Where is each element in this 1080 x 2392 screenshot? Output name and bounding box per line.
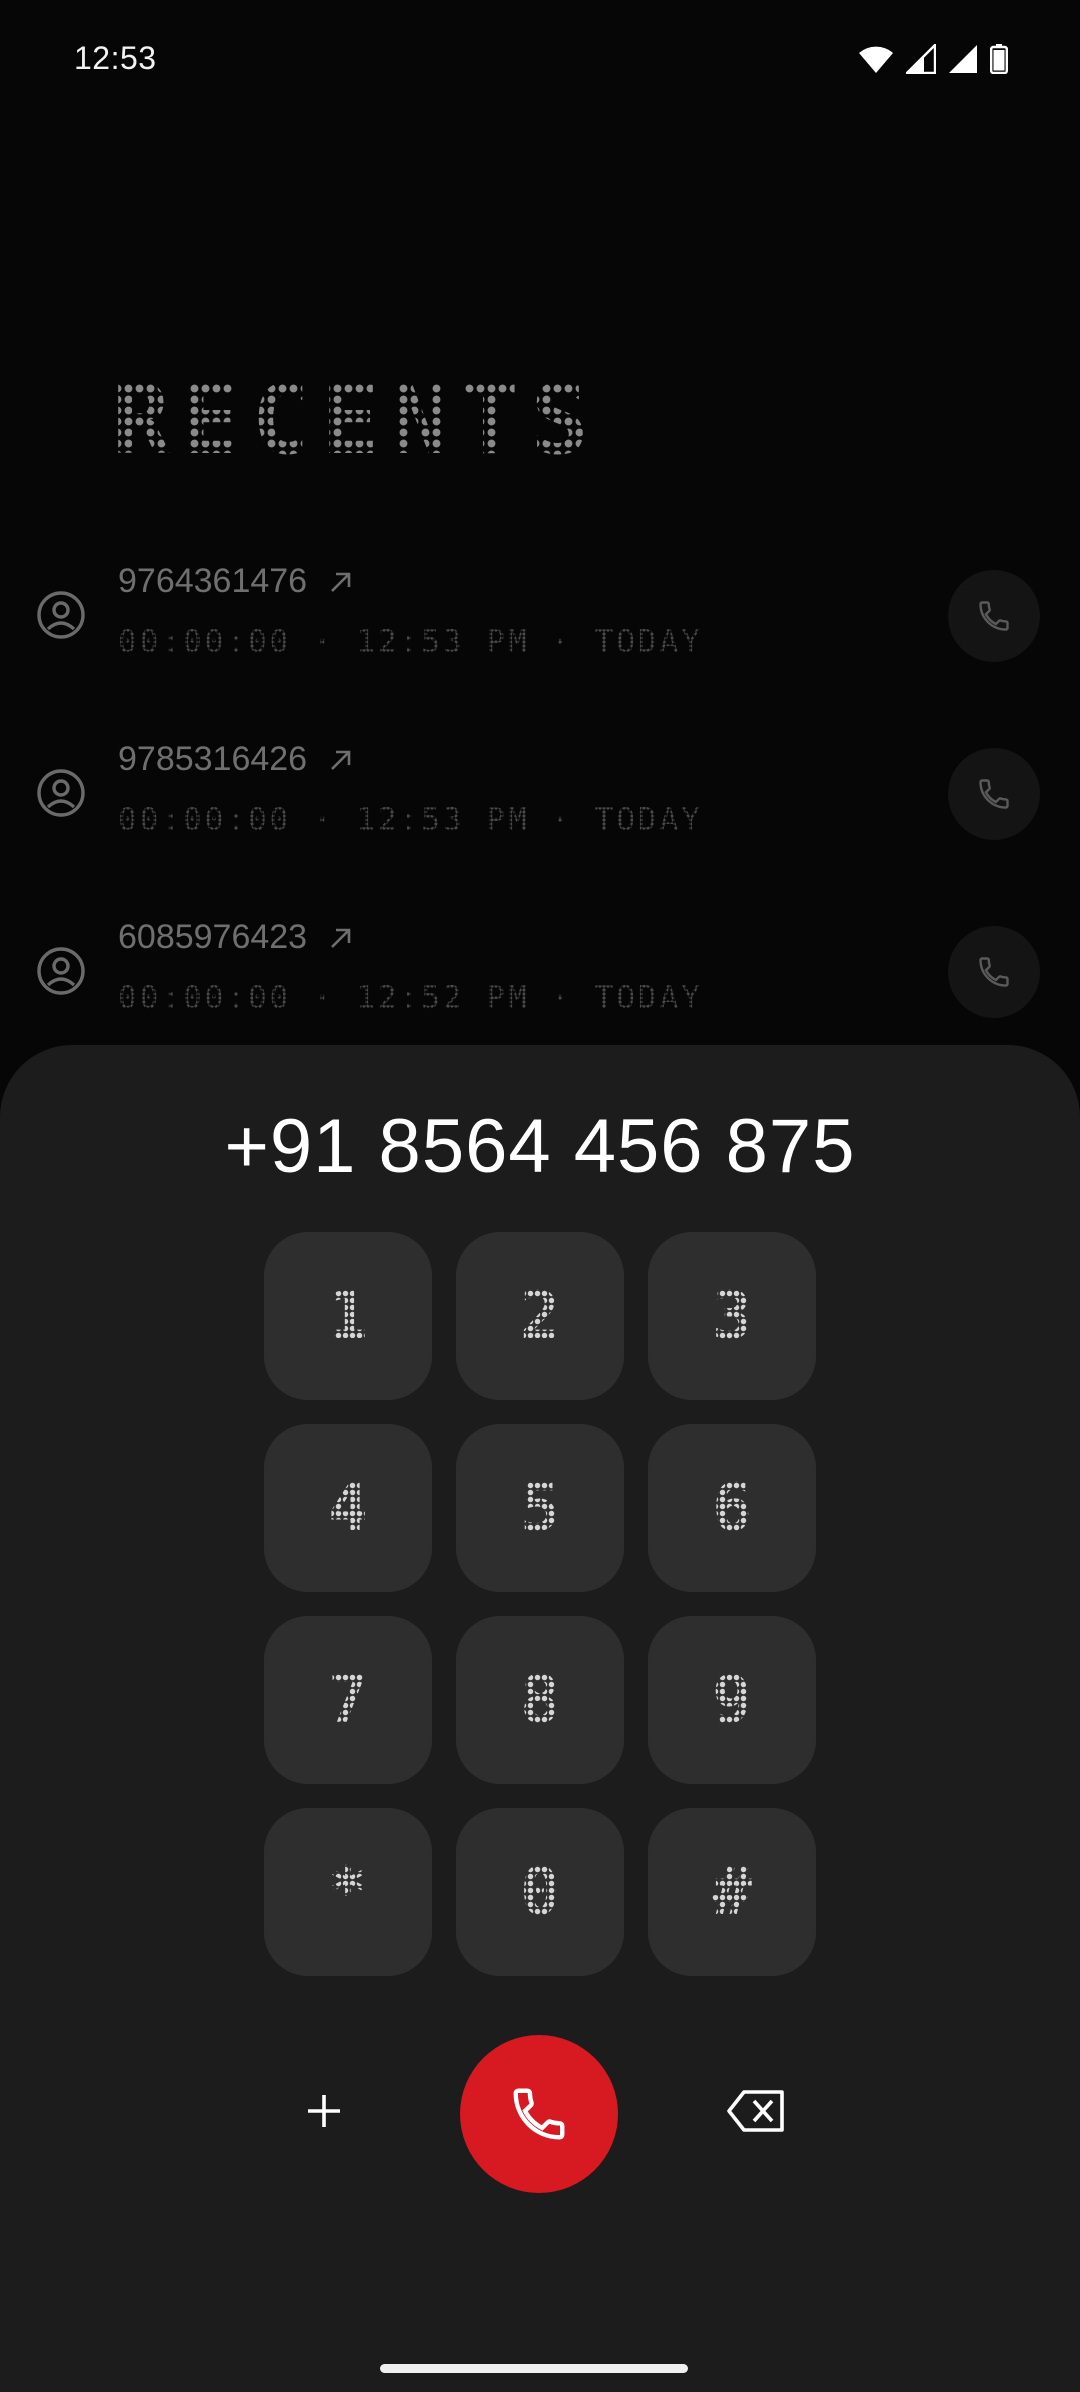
phone-icon (979, 779, 1009, 809)
outgoing-arrow-icon (331, 928, 351, 948)
key-5[interactable]: 5 (456, 1424, 624, 1592)
key-1[interactable]: 1 (264, 1232, 432, 1400)
key-label: 0 (520, 1853, 560, 1930)
outgoing-arrow-icon (331, 750, 351, 770)
recent-call-number-text: 6085976423 (118, 918, 308, 956)
key-label: 8 (520, 1661, 560, 1738)
call-back-button[interactable] (948, 570, 1040, 662)
recent-call-number: 6085976423 (118, 918, 355, 957)
recent-call-number: 9785316426 (118, 740, 355, 779)
recent-call-meta: 00:00:00 · 12:53 PM · TODAY (118, 624, 703, 660)
key-2[interactable]: 2 (456, 1232, 624, 1400)
backspace-icon (727, 2090, 784, 2132)
key-9[interactable]: 9 (648, 1616, 816, 1784)
key-label: # (712, 1853, 752, 1930)
key-label: 1 (328, 1277, 368, 1354)
key-label: 3 (712, 1277, 752, 1354)
key-label: * (328, 1853, 368, 1930)
contact-avatar-icon (37, 947, 85, 995)
home-indicator[interactable] (380, 2364, 688, 2373)
recent-call-meta: 00:00:00 · 12:53 PM · TODAY (118, 802, 703, 838)
add-contact-button[interactable] (284, 2071, 364, 2151)
recent-call-number-text: 9785316426 (118, 740, 308, 778)
plus-icon (308, 2095, 340, 2127)
phone-icon (979, 601, 1009, 631)
backspace-button[interactable] (716, 2071, 796, 2151)
key-6[interactable]: 6 (648, 1424, 816, 1592)
key-8[interactable]: 8 (456, 1616, 624, 1784)
cell-signal-icon (906, 44, 936, 74)
recent-call-row[interactable]: 9764361476 00:00:00 · 12:53 PM · TODAY (0, 548, 1080, 726)
key-7[interactable]: 7 (264, 1616, 432, 1784)
key-label: 9 (712, 1661, 752, 1738)
call-back-button[interactable] (948, 926, 1040, 1018)
recents-list: 9764361476 00:00:00 · 12:53 PM · TODAY 9… (0, 548, 1080, 1082)
status-time: 12:53 (74, 40, 157, 76)
phone-icon (979, 957, 1009, 987)
contact-avatar-icon (37, 591, 85, 639)
key-label: 4 (328, 1469, 368, 1546)
call-button[interactable] (460, 2035, 618, 2193)
key-4[interactable]: 4 (264, 1424, 432, 1592)
recent-call-row[interactable]: 9785316426 00:00:00 · 12:53 PM · TODAY (0, 726, 1080, 904)
key-0[interactable]: 0 (456, 1808, 624, 1976)
page-title: RECENTS (112, 364, 601, 476)
phone-icon (513, 2088, 565, 2140)
wifi-icon (859, 46, 893, 73)
keypad: 1 2 3 4 5 6 7 8 9 * 0 # (264, 1232, 816, 1976)
dialer-sheet: +91 8564 456 875 1 2 3 4 5 6 7 8 9 * 0 # (0, 1045, 1080, 2392)
call-back-button[interactable] (948, 748, 1040, 840)
key-label: 6 (712, 1469, 752, 1546)
recent-call-number: 9764361476 (118, 562, 355, 601)
key-label: 5 (520, 1469, 560, 1546)
status-bar: 12:53 (0, 0, 1080, 120)
recent-call-number-text: 9764361476 (118, 562, 308, 600)
contact-avatar-icon (37, 769, 85, 817)
key-hash[interactable]: # (648, 1808, 816, 1976)
dialed-number-display[interactable]: +91 8564 456 875 (0, 1103, 1080, 1190)
battery-icon (990, 44, 1008, 74)
key-3[interactable]: 3 (648, 1232, 816, 1400)
dialer-actions (0, 2035, 1080, 2195)
key-star[interactable]: * (264, 1808, 432, 1976)
key-label: 7 (328, 1661, 368, 1738)
outgoing-arrow-icon (331, 572, 351, 592)
status-icons (858, 44, 1008, 74)
cell-signal-icon (949, 45, 977, 73)
key-label: 2 (520, 1277, 560, 1354)
recent-call-meta: 00:00:00 · 12:52 PM · TODAY (118, 980, 703, 1016)
